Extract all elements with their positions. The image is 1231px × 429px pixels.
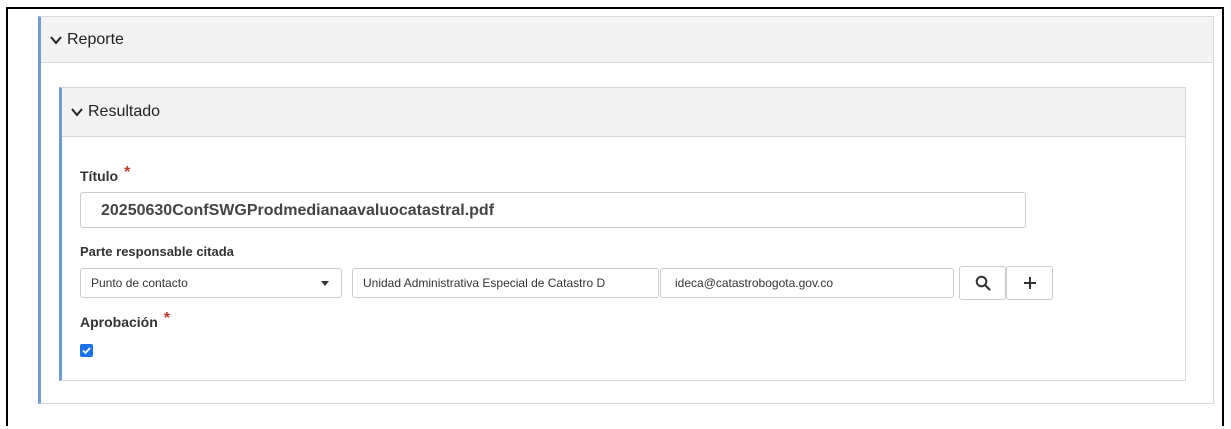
search-contact-button[interactable] xyxy=(959,266,1006,300)
aprobacion-label: Aprobación * xyxy=(80,310,171,330)
resultado-panel: Resultado Título * 20250630ConfSWGProdmed… xyxy=(59,87,1186,381)
role-select-value: Punto de contacto xyxy=(91,276,188,290)
organization-value: Unidad Administrativa Especial de Catast… xyxy=(363,276,606,290)
required-mark: * xyxy=(124,164,131,181)
titulo-label: Título * xyxy=(80,164,131,184)
add-contact-button[interactable] xyxy=(1006,266,1053,300)
email-field[interactable]: ideca@catastrobogota.gov.co xyxy=(660,268,954,298)
organization-field[interactable]: Unidad Administrativa Especial de Catast… xyxy=(352,268,659,298)
role-select[interactable]: Punto de contacto xyxy=(80,268,342,298)
search-icon xyxy=(975,275,991,291)
resultado-title: Resultado xyxy=(88,103,161,120)
email-value: ideca@catastrobogota.gov.co xyxy=(675,276,834,290)
plus-icon xyxy=(1023,277,1036,289)
parte-responsable-label: Parte responsable citada xyxy=(80,244,234,259)
resultado-header[interactable]: Resultado xyxy=(62,88,1185,137)
chevron-down-icon xyxy=(71,108,83,117)
caret-down-icon xyxy=(321,281,329,286)
required-mark: * xyxy=(163,310,171,327)
titulo-value: 20250630ConfSWGProdmedianaavaluocatastra… xyxy=(101,202,495,219)
reporte-header[interactable]: Reporte xyxy=(41,17,1213,63)
titulo-input[interactable]: 20250630ConfSWGProdmedianaavaluocatastra… xyxy=(80,192,1026,228)
reporte-title: Reporte xyxy=(67,30,124,48)
checkmark-icon xyxy=(82,347,91,355)
aprobacion-checkbox[interactable] xyxy=(80,344,93,357)
reporte-panel: Reporte Resultado Título * 20250630ConfSW… xyxy=(38,16,1214,404)
chevron-down-icon xyxy=(50,35,62,45)
